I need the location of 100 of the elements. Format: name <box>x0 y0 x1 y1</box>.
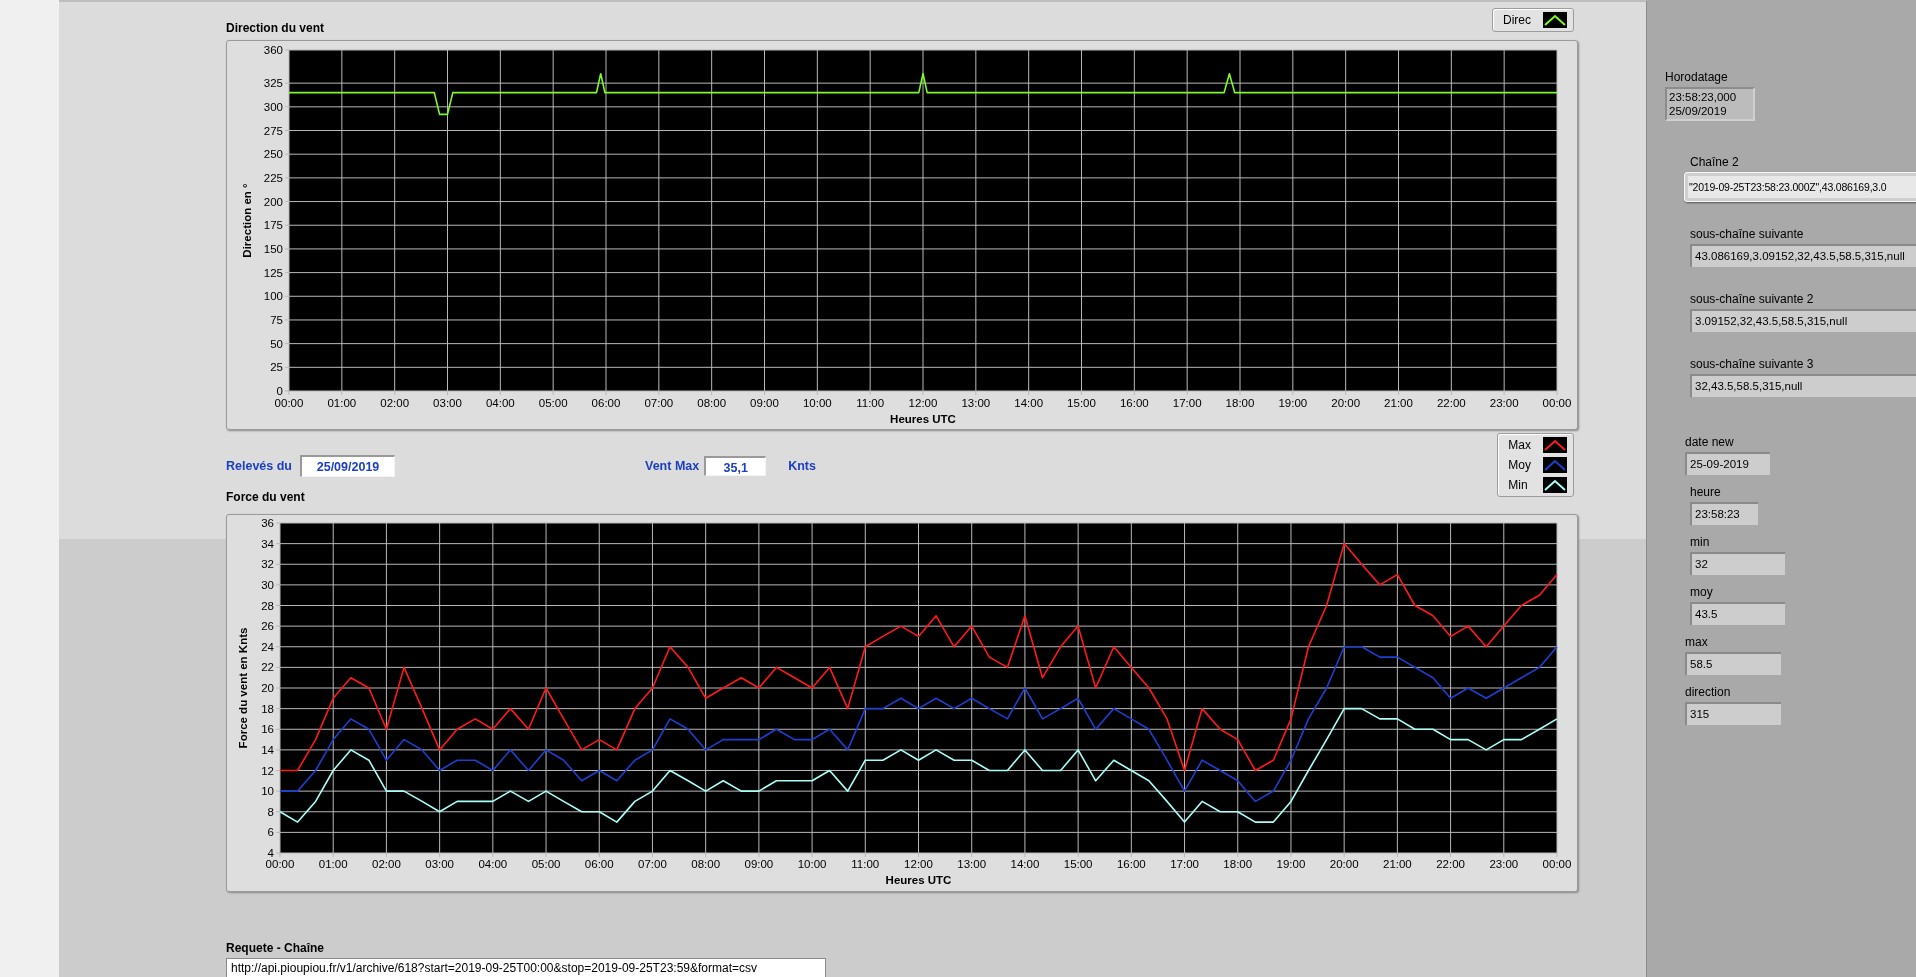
axis-tick-label: 03:00 <box>433 397 462 409</box>
axis-tick-label: 24 <box>261 640 274 653</box>
axis-tick-label: 03:00 <box>425 858 454 870</box>
value-field[interactable]: 23:58:23 <box>1690 502 1758 525</box>
field-label: Requete - Chaîne <box>226 941 325 955</box>
axis-tick-label: 36 <box>261 517 274 529</box>
field-label: max <box>1685 635 1709 649</box>
axis-title: Direction en ° <box>241 183 253 258</box>
date-field[interactable]: 25/09/2019 <box>300 455 395 477</box>
axis-tick-label: 32 <box>261 558 274 571</box>
axis-tick-label: 06:00 <box>591 397 621 409</box>
axis-tick-label: 12 <box>261 764 274 777</box>
axis-tick-label: 18:00 <box>1223 858 1253 870</box>
axis-tick-label: 17:00 <box>1170 858 1199 870</box>
axis-tick-label: 15:00 <box>1063 858 1093 870</box>
axis-tick-label: 225 <box>263 171 283 184</box>
axis-tick-label: 150 <box>263 242 283 255</box>
axis-tick-label: 30 <box>261 578 274 591</box>
string-field[interactable]: 3.09152,32,43.5,58.5,315,null <box>1690 309 1916 332</box>
axis-tick-label: 01:00 <box>327 397 357 409</box>
value-field[interactable]: 32 <box>1690 552 1785 575</box>
axis-tick-label: 275 <box>263 124 283 137</box>
axis-tick-label: 20:00 <box>1331 397 1361 409</box>
value-field[interactable]: 315 <box>1685 702 1781 725</box>
legend-line-icon <box>1543 437 1567 453</box>
axis-tick-label: 10 <box>261 785 274 798</box>
value-field[interactable]: 35,1 <box>704 456 767 476</box>
axis-tick-label: 14:00 <box>1014 397 1044 409</box>
axis-tick-label: 4 <box>267 847 274 859</box>
axis-tick-label: 0 <box>276 385 283 397</box>
axis-tick-label: 16:00 <box>1119 397 1149 409</box>
value-field[interactable]: 58.5 <box>1685 652 1781 675</box>
field-label: sous-chaîne suivante 3 <box>1690 357 1815 371</box>
axis-tick-label: 250 <box>263 148 283 161</box>
axis-tick-label: 21:00 <box>1383 858 1412 870</box>
axis-tick-label: 00:00 <box>274 397 304 409</box>
axis-tick-label: 13:00 <box>957 858 987 870</box>
axis-tick-label: 8 <box>267 805 274 818</box>
string-field[interactable]: 43.086169,3.09152,32,43.5,58.5,315,null <box>1690 244 1916 267</box>
axis-tick-label: 22 <box>261 661 274 674</box>
axis-tick-label: 11:00 <box>851 858 880 870</box>
axis-tick-label: 26 <box>261 620 274 633</box>
axis-tick-label: 02:00 <box>380 397 410 409</box>
timestamp-text: 25/09/2019 <box>1669 104 1728 118</box>
axis-tick-label: 12:00 <box>904 858 933 870</box>
legend-line-icon <box>1543 457 1567 473</box>
axis-title: Heures UTC <box>890 413 956 425</box>
field-label: Vent Max <box>645 459 700 473</box>
axis-tick-label: 300 <box>263 100 283 113</box>
axis-tick-label: 175 <box>263 219 283 232</box>
value-field[interactable]: 25-09-2019 <box>1685 452 1770 475</box>
axis-tick-label: 21:00 <box>1384 397 1413 409</box>
field-label: moy <box>1690 585 1714 599</box>
value-field[interactable]: 43.5 <box>1690 602 1785 625</box>
axis-tick-label: 34 <box>261 537 274 550</box>
axis-title: Force du vent en Knts <box>237 627 249 749</box>
legend-label: Direc <box>1503 13 1531 27</box>
string-field[interactable]: "2019-09-25T23:58:23.000Z",43.086169,3.0 <box>1684 172 1916 202</box>
axis-tick-label: 09:00 <box>750 397 779 409</box>
axis-tick-label: 07:00 <box>644 397 674 409</box>
axis-tick-label: 05:00 <box>531 858 561 870</box>
field-label: Relevés du <box>226 459 292 473</box>
axis-tick-label: 06:00 <box>584 858 614 870</box>
axis-tick-label: 02:00 <box>372 858 401 870</box>
axis-tick-label: 20 <box>261 682 274 694</box>
legend-line-icon <box>1543 477 1567 493</box>
legend-label: Moy <box>1508 458 1531 472</box>
axis-tick-label: 6 <box>267 826 274 839</box>
axis-tick-label: 360 <box>263 44 283 56</box>
axis-tick-label: 20:00 <box>1329 858 1359 870</box>
request-field[interactable]: http://api.pioupiou.fr/v1/archive/618?start=2019-09-25T00:00&stop=2019-09-25T23:59&format=csv <box>226 958 826 977</box>
field-label: Horodatage <box>1665 70 1729 84</box>
axis-tick-label: 16 <box>261 723 274 736</box>
axis-tick-label: 04:00 <box>478 858 508 870</box>
axis-tick-label: 08:00 <box>697 397 727 409</box>
axis-tick-label: 200 <box>263 195 283 208</box>
field-label: direction <box>1685 685 1732 699</box>
field-label: sous-chaîne suivante <box>1690 227 1805 241</box>
axis-title: Heures UTC <box>885 874 952 886</box>
axis-tick-label: 23:00 <box>1489 397 1519 409</box>
field-label: sous-chaîne suivante 2 <box>1690 292 1815 306</box>
field-label: Chaîne 2 <box>1690 155 1740 169</box>
axis-tick-label: 00:00 <box>265 858 295 870</box>
axis-tick-label: 50 <box>270 337 283 350</box>
axis-tick-label: 14 <box>261 743 274 756</box>
axis-tick-label: 125 <box>263 266 283 279</box>
legend-label: Min <box>1508 478 1528 492</box>
string-field[interactable]: 32,43.5,58.5,315,null <box>1690 374 1916 397</box>
chart-title: Direction du vent <box>226 21 324 35</box>
axis-tick-label: 09:00 <box>744 858 774 870</box>
axis-tick-label: 75 <box>270 313 283 326</box>
axis-tick-label: 18 <box>261 702 274 715</box>
axis-tick-label: 17:00 <box>1172 397 1202 409</box>
field-label: min <box>1690 535 1711 549</box>
legend-line-icon <box>1543 12 1567 28</box>
axis-tick-label: 10:00 <box>797 858 827 870</box>
unit-label: Knts <box>788 459 816 473</box>
axis-tick-label: 22:00 <box>1436 397 1466 409</box>
axis-tick-label: 19:00 <box>1276 858 1306 870</box>
axis-tick-label: 18:00 <box>1225 397 1255 409</box>
